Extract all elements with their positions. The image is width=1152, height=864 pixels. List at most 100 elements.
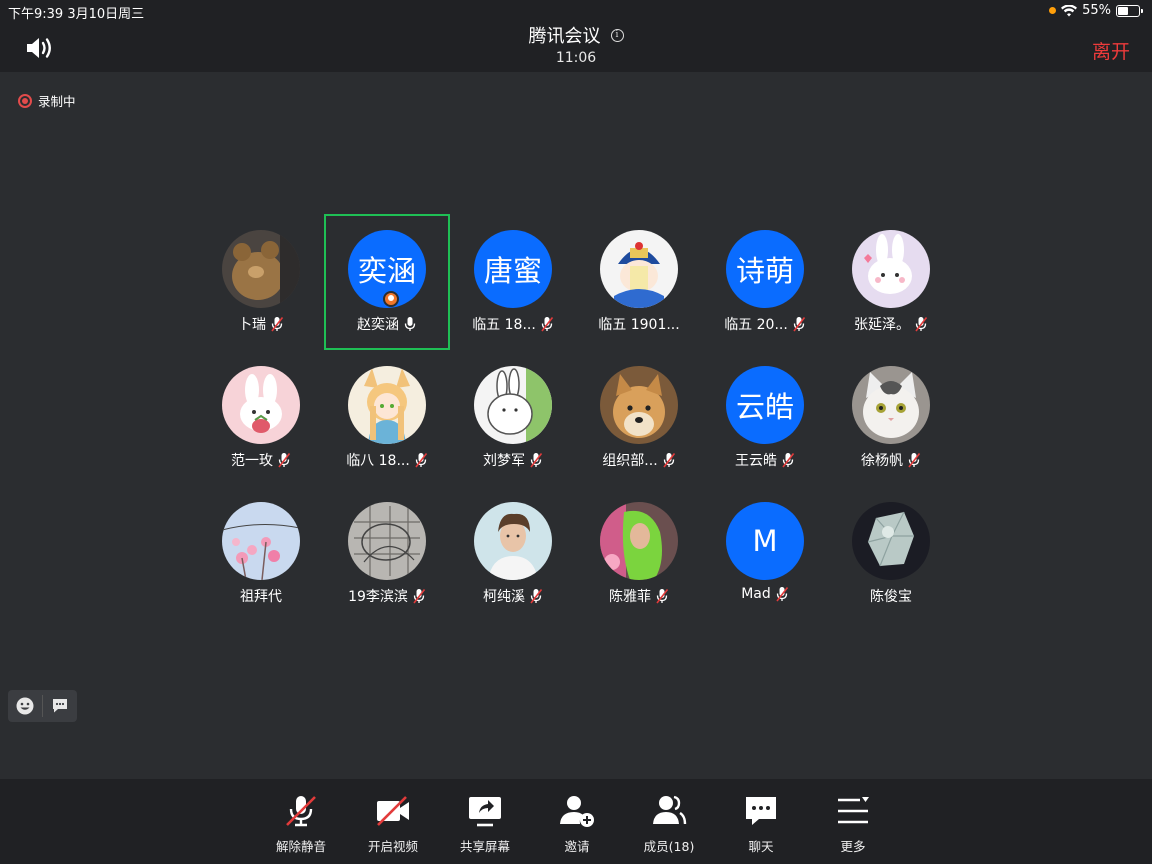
participant-name: 张延泽。 — [854, 317, 910, 333]
meeting-title: 腾讯会议 — [528, 26, 601, 47]
wifi-icon — [1061, 4, 1078, 16]
chat-icon — [746, 797, 776, 825]
pink-bunny-avatar — [222, 366, 300, 444]
invite-label: 邀请 — [564, 839, 590, 854]
mic-in-use-indicator — [1049, 7, 1057, 14]
emoji-icon — [16, 697, 34, 715]
participant-tile[interactable]: 组织部... — [576, 350, 702, 486]
more-menu-icon — [838, 797, 869, 824]
participant-name-row: 组织部... — [602, 450, 675, 470]
participant-tile[interactable]: 刘梦军 — [450, 350, 576, 486]
unmute-button[interactable]: 解除静音 — [255, 793, 347, 855]
participant-name: 临五 20... — [724, 317, 788, 333]
participant-tile[interactable]: 19李滨滨 — [324, 486, 450, 622]
mic-icon — [404, 317, 416, 331]
participant-tile[interactable]: 祖拜代 — [198, 486, 324, 622]
participant-name-row: 临五 1901... — [598, 314, 679, 334]
battery-percent: 55% — [1082, 3, 1111, 18]
start-video-label: 开启视频 — [367, 839, 418, 854]
participant-tile[interactable]: 陈俊宝 — [828, 486, 954, 622]
invite-button[interactable]: 邀请 — [531, 793, 623, 855]
teddy-bear-photo — [222, 230, 300, 308]
mic-muted-icon — [793, 317, 805, 332]
meeting-timer: 11:06 — [555, 50, 597, 66]
mic-muted-icon — [541, 317, 553, 332]
recording-indicator: 录制中 — [18, 91, 76, 110]
anime-girl-avatar — [348, 366, 426, 444]
share-screen-button[interactable]: 共享屏幕 — [439, 793, 531, 855]
battery-fill — [1118, 6, 1128, 15]
top-bar: 下午9:39 3月10日周三 55% 腾讯会议 i 11:06 离开 — [0, 0, 1152, 72]
quick-chat-button[interactable] — [43, 690, 77, 722]
map-sketch-avatar — [348, 502, 426, 580]
participant-tile[interactable]: 唐蜜临五 18... — [450, 214, 576, 350]
mic-muted-icon — [908, 453, 921, 468]
participant-name-row: 柯纯溪 — [483, 586, 543, 606]
record-icon — [18, 93, 32, 108]
members-icon — [653, 795, 687, 825]
unmute-label: 解除静音 — [275, 839, 326, 854]
start-video-button[interactable]: 开启视频 — [347, 793, 439, 855]
members-button[interactable]: 成员(18) — [623, 793, 715, 855]
participant-name: 卜瑞 — [238, 317, 266, 333]
participant-tile[interactable]: M Mad — [702, 486, 828, 622]
participant-name-row: 临五 20... — [724, 314, 806, 334]
mic-muted-icon — [776, 587, 788, 602]
participant-tile[interactable]: 徐杨帆 — [828, 350, 954, 486]
participant-name: 19李滨滨 — [348, 589, 408, 605]
mic-muted-icon — [782, 453, 795, 468]
participant-name: 刘梦军 — [483, 453, 525, 469]
participant-name: 组织部... — [602, 453, 658, 469]
participant-tile[interactable]: 诗萌 临五 20... — [702, 214, 828, 350]
participant-tile[interactable]: 陈雅菲 — [576, 486, 702, 622]
participant-name-row: 赵奕涵 — [357, 314, 417, 334]
participant-tile[interactable]: 临八 18... — [324, 350, 450, 486]
mic-muted-icon — [663, 453, 675, 468]
bottom-toolbar: 解除静音 开启视频 共享屏幕 邀请 成员(18) 聊天 更多 — [0, 779, 1152, 864]
mic-muted-icon — [656, 589, 669, 604]
participant-tile[interactable]: 柯纯溪 — [450, 486, 576, 622]
participant-tile[interactable]: 卜瑞 — [198, 214, 324, 350]
emoji-button[interactable] — [8, 690, 42, 722]
cat-avatar — [852, 366, 930, 444]
battery-icon — [1116, 4, 1143, 17]
participant-tile[interactable]: 临五 1901... — [576, 214, 702, 350]
participant-name: 临五 1901... — [598, 317, 680, 333]
info-icon[interactable]: i — [610, 28, 624, 42]
avatar: 唐蜜 — [474, 230, 552, 308]
participant-name-row: 卜瑞 — [238, 314, 284, 334]
portrait-avatar — [474, 502, 552, 580]
leave-button[interactable]: 离开 — [1092, 37, 1130, 64]
mic-muted-icon — [278, 453, 291, 468]
chat-button[interactable]: 聊天 — [715, 793, 807, 855]
participant-name: Mad — [741, 586, 771, 602]
participant-name: 柯纯溪 — [483, 589, 525, 605]
avatar: 云皓 — [726, 366, 804, 444]
mic-muted-icon — [415, 453, 427, 468]
share-screen-icon — [469, 797, 501, 827]
add-user-icon — [560, 796, 594, 827]
mic-muted-icon — [271, 317, 284, 332]
mic-muted-icon — [915, 317, 928, 332]
meeting-header: 腾讯会议 i 11:06 — [0, 22, 1152, 66]
participant-name-row: 临五 18... — [472, 314, 554, 334]
participant-tile[interactable]: 奕涵 赵奕涵 — [324, 214, 450, 350]
mic-muted-icon — [530, 453, 543, 468]
reaction-bar — [8, 690, 77, 722]
host-badge-icon — [383, 291, 399, 307]
status-indicators: 55% — [1049, 3, 1143, 18]
participant-name-row: 张延泽。 — [854, 314, 928, 334]
participant-tile[interactable]: 范一玫 — [198, 350, 324, 486]
white-rabbit-avatar — [474, 366, 552, 444]
participant-tile[interactable]: 张延泽。 — [828, 214, 954, 350]
participant-name: 陈雅菲 — [609, 589, 651, 605]
mic-muted-icon — [413, 589, 426, 604]
green-hair-avatar — [600, 502, 678, 580]
pink-flowers-avatar — [222, 502, 300, 580]
recording-label: 录制中 — [38, 94, 76, 109]
more-button[interactable]: 更多 — [807, 793, 899, 855]
participant-tile[interactable]: 云皓 王云皓 — [702, 350, 828, 486]
participant-name: 临五 18... — [472, 317, 536, 333]
participant-name-row: 临八 18... — [346, 450, 428, 470]
participant-name-row: Mad — [741, 586, 789, 602]
